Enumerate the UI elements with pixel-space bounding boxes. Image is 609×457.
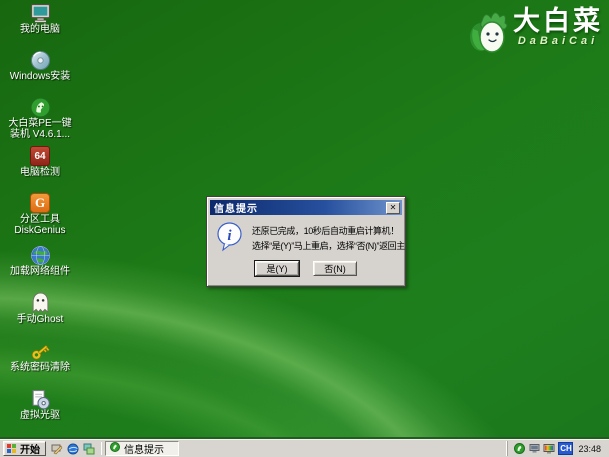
browser-icon[interactable] — [66, 442, 79, 455]
cd-disc-icon — [29, 49, 51, 71]
dabaicai-pe-icon — [29, 96, 51, 118]
desktop-icon-label-line2: DiskGenius — [14, 225, 65, 236]
start-label: 开始 — [20, 441, 40, 456]
dialog-message-line2: 选择“是(Y)”马上重启，选择“否(N)”返回主界面。 — [252, 239, 406, 254]
taskbar: 开始 信息提示 — [0, 439, 609, 457]
yes-button[interactable]: 是(Y) — [255, 261, 299, 276]
desktop-icon-password-clear[interactable]: 系统密码清除 — [0, 340, 80, 373]
display-settings-icon[interactable] — [543, 443, 555, 455]
desktop-icon-windows-install[interactable]: Windows安装 — [0, 49, 80, 82]
dabaicai-tray-icon[interactable] — [513, 443, 525, 455]
desktop-icon-my-computer[interactable]: 我的电脑 — [0, 2, 80, 35]
desktop-icon-network[interactable]: 加载网络组件 — [0, 244, 80, 277]
dialog-message-line1: 还原已完成，10秒后自动重启计算机！ — [252, 224, 406, 239]
start-button[interactable]: 开始 — [3, 441, 46, 456]
diskgenius-icon: G — [29, 192, 51, 214]
dialog-title: 信息提示 — [214, 200, 386, 215]
tray-clock[interactable]: 23:48 — [576, 444, 604, 454]
language-indicator[interactable]: CH — [558, 442, 573, 455]
task-button-info-dialog[interactable]: 信息提示 — [105, 441, 179, 456]
show-desktop-icon[interactable] — [50, 442, 63, 455]
desktop-icon-label: 我的电脑 — [20, 24, 60, 35]
hardware-check-icon: 64 — [29, 145, 51, 167]
dabaicai-task-icon — [110, 442, 120, 455]
close-icon[interactable]: ✕ — [386, 202, 400, 214]
brand-title: 大白菜 — [513, 7, 603, 35]
cabbage-mascot-icon — [469, 7, 511, 60]
desktop-icon-hardware-check[interactable]: 64 电脑检测 — [0, 145, 80, 178]
virtual-cd-icon — [29, 388, 51, 410]
desktop-icon-label: 大白菜PE一键 — [8, 118, 71, 129]
desktop-icon-label: 虚拟光驱 — [20, 410, 60, 421]
pc-status-icon[interactable] — [528, 443, 540, 455]
system-tray: CH 23:48 — [507, 441, 606, 456]
info-dialog: 信息提示 ✕ i 还原已完成，10秒后自动重启计算机！ 选择“是(Y)”马上重启… — [206, 196, 406, 287]
desktop-icon-diskgenius[interactable]: G 分区工具 DiskGenius — [0, 192, 80, 236]
window-switch-icon[interactable] — [82, 442, 95, 455]
ghost-icon — [29, 292, 51, 314]
info-balloon-icon: i — [216, 222, 243, 257]
desktop-icon-label-line2: 装机 V4.6.1... — [10, 129, 70, 140]
desktop-icon-dabaicai-pe[interactable]: 大白菜PE一键 装机 V4.6.1... — [0, 96, 80, 140]
dialog-titlebar[interactable]: 信息提示 ✕ — [210, 200, 402, 215]
brand-subtitle: DaBaiCai — [518, 35, 598, 47]
desktop-icon-label: 手动Ghost — [17, 314, 64, 325]
windows-logo-icon — [7, 444, 17, 454]
taskbar-divider — [101, 442, 102, 455]
desktop-icon-label: 电脑检测 — [20, 167, 60, 178]
desktop-icon-label: 系统密码清除 — [10, 362, 70, 373]
network-globe-icon — [29, 244, 51, 266]
desktop-icon-label: Windows安装 — [10, 71, 71, 82]
dabaicai-logo: 大白菜 DaBaiCai — [469, 7, 603, 60]
quick-launch — [50, 442, 95, 455]
desktop-icon-label: 分区工具 — [20, 214, 60, 225]
my-computer-icon — [29, 2, 51, 24]
desktop-icon-ghost[interactable]: 手动Ghost — [0, 292, 80, 325]
desktop[interactable]: 大白菜 DaBaiCai 我的电脑 Windows安装 大白菜PE一键 装机 V… — [0, 0, 609, 457]
password-key-icon — [29, 340, 51, 362]
desktop-icon-label: 加载网络组件 — [10, 266, 70, 277]
no-button[interactable]: 否(N) — [313, 261, 357, 276]
desktop-icon-virtual-cd[interactable]: 虚拟光驱 — [0, 388, 80, 421]
task-button-label: 信息提示 — [124, 441, 164, 456]
